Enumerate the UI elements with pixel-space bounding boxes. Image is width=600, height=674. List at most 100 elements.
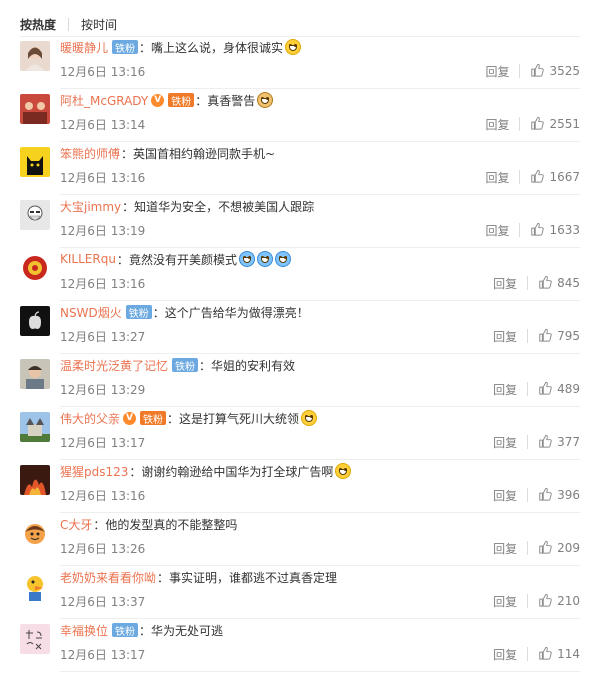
avatar-image [20,147,50,177]
comment-line: 老奶奶来看看你呦：事实证明，谁都逃不过真香定理 [60,567,580,587]
username-link[interactable]: NSWD烟火 [60,304,122,321]
comment-timestamp: 12月6日 13:27 [60,329,146,344]
username-link[interactable]: 伟大的父亲 [60,410,120,427]
fan-badge[interactable]: 铁粉 [168,93,195,108]
user-avatar[interactable] [20,518,50,548]
username-link[interactable]: 暖暖静儿 [60,39,108,56]
like-button[interactable]: 3525 [530,63,580,80]
action-divider [527,276,529,290]
like-button[interactable]: 1667 [530,169,580,186]
comment-line: 温柔时光泛黄了记忆 铁粉：华姐的安利有效 [60,355,580,375]
like-button[interactable]: 2551 [530,116,580,133]
comment-timestamp: 12月6日 13:26 [60,541,146,556]
like-count: 396 [557,488,580,502]
vip-badge-icon: V [151,93,165,107]
username-link[interactable]: KILLERqu [60,252,116,266]
comment-item: 暖暖静儿 铁粉：嘴上这么说，身体很诚实 12月6日 13:16 回复 3525 [20,37,580,89]
reply-button[interactable]: 回复 [485,63,509,80]
fan-badge[interactable]: 铁粉 [112,623,139,638]
vip-badge-icon: V [123,411,137,425]
sort-tabs: 按热度 按时间 [20,15,117,33]
reply-button[interactable]: 回复 [493,275,517,292]
user-avatar[interactable] [20,200,50,230]
username-link[interactable]: 老奶奶来看看你呦 [60,569,156,586]
reply-button[interactable]: 回复 [485,116,509,133]
comment-meta: 12月6日 13:27 回复 795 [60,326,580,346]
like-button[interactable]: 210 [538,593,580,610]
user-avatar[interactable] [20,571,50,601]
action-divider [527,594,529,608]
like-count: 114 [557,647,580,661]
comment-line: 幸福换位 铁粉：华为无处可逃 [60,620,580,640]
comment-line: 暖暖静儿 铁粉：嘴上这么说，身体很诚实 [60,37,580,57]
user-avatar[interactable] [20,412,50,442]
thumbs-up-icon [538,328,557,345]
reply-button[interactable]: 回复 [493,540,517,557]
reply-button[interactable]: 回复 [493,593,517,610]
comment-line: 大宝jimmy：知道华为安全，不想被美国人跟踪 [60,196,580,216]
avatar-image [20,465,50,495]
reply-button[interactable]: 回复 [485,169,509,186]
fan-badge[interactable]: 铁粉 [112,40,139,55]
user-avatar[interactable] [20,624,50,654]
comment-actions: 回复 1633 [485,222,580,239]
comment-text: 华为无处可逃 [151,623,224,638]
comment-timestamp: 12月6日 13:29 [60,382,146,397]
avatar-image [20,253,50,283]
user-avatar[interactable] [20,306,50,336]
thumbs-up-icon [530,63,549,80]
user-avatar[interactable] [20,465,50,495]
like-button[interactable]: 396 [538,487,580,504]
like-button[interactable]: 489 [538,381,580,398]
user-avatar[interactable] [20,253,50,283]
like-button[interactable]: 114 [538,646,580,663]
comment-item: 老奶奶来看看你呦：事实证明，谁都逃不过真香定理 12月6日 13:37 回复 210 [20,567,580,619]
row-divider [60,406,580,407]
tab-by-popularity[interactable]: 按热度 [20,16,56,33]
fan-badge[interactable]: 铁粉 [140,411,167,426]
comment-meta: 12月6日 13:14 回复 2551 [60,114,580,134]
like-button[interactable]: 845 [538,275,580,292]
comment-item: 阿杜_McGRADY V 铁粉：真香警告 12月6日 13:14 回复 2551 [20,90,580,142]
username-link[interactable]: 温柔时光泛黄了记忆 [60,357,168,374]
like-button[interactable]: 209 [538,540,580,557]
comment-meta: 12月6日 13:29 回复 489 [60,379,580,399]
comment-timestamp: 12月6日 13:14 [60,117,146,132]
username-link[interactable]: 阿杜_McGRADY [60,92,148,109]
reply-button[interactable]: 回复 [493,328,517,345]
thumbs-up-icon [538,593,557,610]
username-link[interactable]: 大宝jimmy [60,198,121,215]
username-link[interactable]: 笨熊的师傅 [60,145,120,162]
action-divider [519,223,521,237]
comment-text: 谢谢约翰逊给中国华为打全球广告啊 [141,464,334,479]
comment-line: KILLERqu：竟然没有开美颜模式 [60,249,580,269]
tear-emoji-icon [274,251,291,267]
reply-button[interactable]: 回复 [493,646,517,663]
reply-button[interactable]: 回复 [485,222,509,239]
thumbs-up-icon [530,169,549,186]
username-link[interactable]: 猩猩pds123 [60,463,128,480]
tab-by-time[interactable]: 按时间 [81,16,117,33]
reply-button[interactable]: 回复 [493,434,517,451]
colon-separator: ： [152,305,165,320]
comment-line: 伟大的父亲 V 铁粉：这是打算气死川大统领 [60,408,580,428]
user-avatar[interactable] [20,359,50,389]
user-avatar[interactable] [20,147,50,177]
username-link[interactable]: 幸福换位 [60,622,108,639]
colon-separator: ： [116,252,129,267]
fan-badge[interactable]: 铁粉 [172,358,199,373]
grin-emoji-icon [335,463,352,479]
like-button[interactable]: 377 [538,434,580,451]
like-button[interactable]: 1633 [530,222,580,239]
row-divider [60,247,580,248]
like-button[interactable]: 795 [538,328,580,345]
thumbs-up-icon [538,275,557,292]
avatar-image [20,412,50,442]
reply-button[interactable]: 回复 [493,381,517,398]
user-avatar[interactable] [20,41,50,71]
comment-item: 大宝jimmy：知道华为安全，不想被美国人跟踪 12月6日 13:19 回复 1633 [20,196,580,248]
username-link[interactable]: C大牙 [60,516,92,533]
fan-badge[interactable]: 铁粉 [125,305,152,320]
reply-button[interactable]: 回复 [493,487,517,504]
user-avatar[interactable] [20,94,50,124]
